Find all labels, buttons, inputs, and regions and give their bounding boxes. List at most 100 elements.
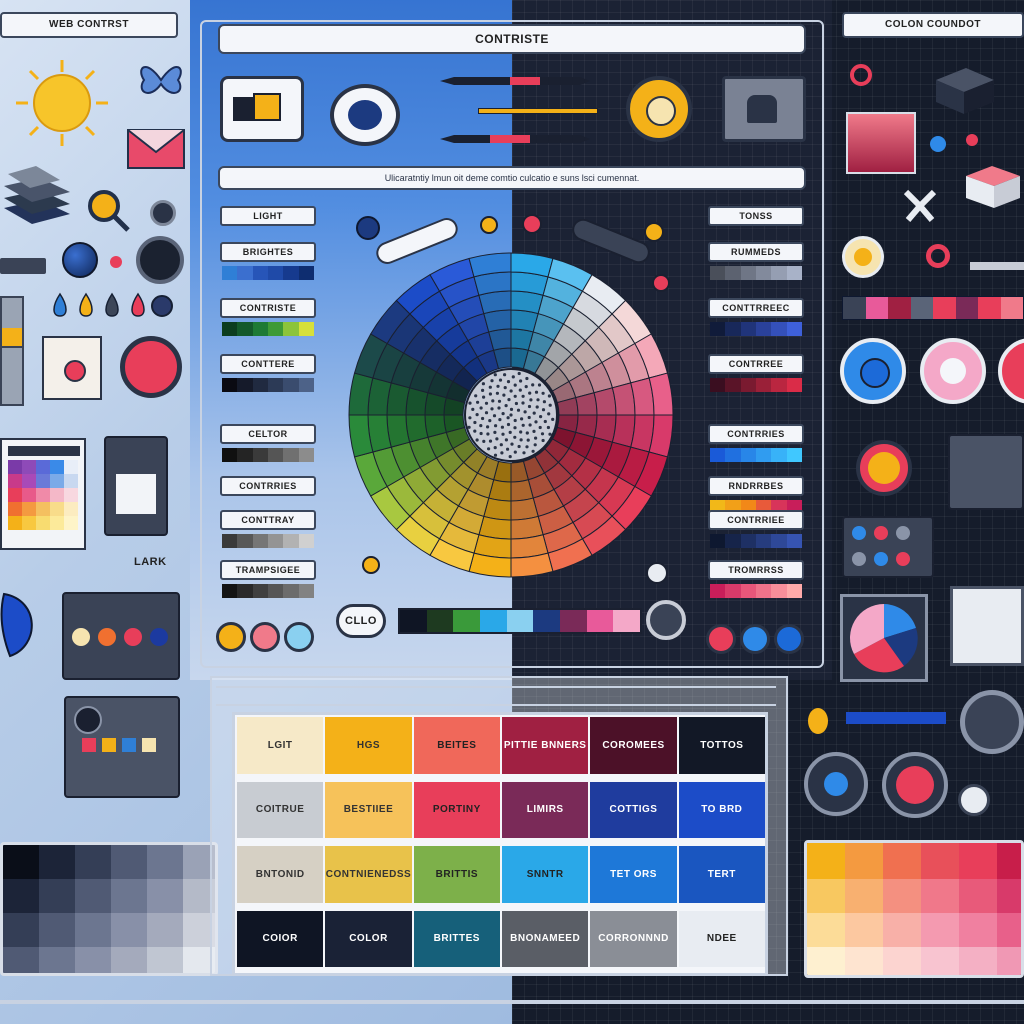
table-cell[interactable]: CORRONNND [590, 910, 677, 967]
monitor-card[interactable] [948, 434, 1024, 510]
leaf-icon [0, 590, 40, 660]
left-label-4[interactable]: CELTOR [220, 424, 316, 444]
contrast-toggle-card[interactable] [220, 76, 304, 142]
table-cell[interactable]: TOTTOS [678, 717, 765, 774]
blue-node[interactable] [356, 216, 380, 240]
right-swatch-strip-7[interactable] [710, 584, 802, 598]
yellow-node-right[interactable] [644, 222, 664, 242]
left-label-0[interactable]: LIGHT [220, 206, 316, 226]
pink-dial-right[interactable] [920, 338, 986, 404]
table-cell[interactable]: NDEE [678, 910, 765, 967]
left-swatch-strip-6[interactable] [222, 534, 314, 548]
color-grid-card[interactable] [0, 438, 86, 550]
document-card[interactable] [104, 436, 168, 536]
table-cell[interactable]: TO BRD [678, 781, 765, 838]
big-dark-knob[interactable] [136, 236, 184, 284]
red-node-right[interactable] [652, 274, 670, 292]
orange-dial[interactable] [856, 440, 912, 496]
table-cell[interactable]: CONTNIENEDSS [325, 846, 412, 903]
left-label-5[interactable]: CONTRRIES [220, 476, 316, 496]
left-swatch-strip-3[interactable] [222, 378, 314, 392]
table-cell[interactable]: BNONAMEED [502, 910, 589, 967]
table-cell[interactable]: TERT [678, 846, 765, 903]
small-dark-knob[interactable] [150, 200, 176, 226]
left-label-3[interactable]: CONTTERE [220, 354, 316, 374]
table-cell[interactable]: SNNTR [502, 846, 589, 903]
table-cell[interactable]: BEITES [413, 717, 500, 774]
right-color-strip[interactable] [842, 296, 1024, 320]
yellow-dot-1[interactable] [216, 622, 246, 652]
right-swatch-strip-2[interactable] [710, 322, 802, 336]
pink-ring-right[interactable] [926, 244, 950, 268]
table-cell[interactable]: PITTIE BNNERS [502, 717, 589, 774]
left-swatch-strip-4[interactable] [222, 448, 314, 462]
gradient-strip[interactable] [398, 608, 642, 634]
color-pill[interactable]: CLLO [336, 604, 386, 638]
table-cell[interactable]: BESTIIEE [325, 781, 412, 838]
wheel-segment[interactable] [510, 497, 539, 521]
blue-dot-3[interactable] [774, 624, 804, 654]
left-swatch-strip-2[interactable] [222, 322, 314, 336]
right-label-3[interactable]: CONTRREE [708, 354, 804, 374]
warm-palette[interactable] [804, 840, 1024, 978]
left-label-1[interactable]: BRIGHTES [220, 242, 316, 262]
pink-dot-1[interactable] [250, 622, 280, 652]
color-wheel[interactable] [346, 250, 676, 580]
media-card[interactable] [64, 696, 180, 798]
white-knob[interactable] [958, 784, 990, 816]
segmented-dial-blue[interactable] [804, 752, 868, 816]
left-label-7[interactable]: TRAMPSIGEE [220, 560, 316, 580]
right-label-2[interactable]: CONTTRREEC [708, 298, 804, 318]
segmented-dial-red[interactable] [882, 752, 948, 818]
table-cell[interactable]: COLOR [325, 910, 412, 967]
red-dot-r1 [966, 134, 978, 146]
blue-dial-right[interactable] [840, 338, 906, 404]
right-label-5[interactable]: RNDRRBES [708, 476, 804, 496]
table-cell[interactable]: COTTIGS [590, 781, 677, 838]
table-cell[interactable]: COIOR [237, 910, 324, 967]
right-swatch-strip-1[interactable] [710, 266, 802, 280]
table-cell[interactable]: COROMEES [590, 717, 677, 774]
yellow-dial[interactable] [626, 76, 692, 142]
wheel-segment[interactable] [483, 309, 512, 333]
table-cell[interactable]: BNTONID [237, 846, 324, 903]
table-cell[interactable]: BRITTIS [413, 846, 500, 903]
right-label-6[interactable]: CONTRRIEE [708, 510, 804, 530]
alert-card[interactable] [42, 336, 102, 400]
wheel-segment[interactable] [405, 414, 429, 443]
table-cell[interactable]: TET ORS [590, 846, 677, 903]
blue-dot-1[interactable] [284, 622, 314, 652]
right-swatch-strip-3[interactable] [710, 378, 802, 392]
yellow-button-right[interactable] [842, 236, 884, 278]
red-dot-2[interactable] [706, 624, 736, 654]
pink-node[interactable] [522, 214, 542, 234]
table-cell[interactable]: LIMIRS [502, 781, 589, 838]
left-label-6[interactable]: CONTTRAY [220, 510, 316, 530]
grayscale-palette[interactable] [0, 842, 218, 976]
magnifier-icon[interactable] [84, 186, 144, 236]
dark-knob-center[interactable] [646, 600, 686, 640]
right-swatch-strip-6[interactable] [710, 534, 802, 548]
table-cell[interactable]: COITRUE [237, 781, 324, 838]
right-label-7[interactable]: TROMRRSS [708, 560, 804, 580]
right-label-0[interactable]: TONSS [708, 206, 804, 226]
gear-icon[interactable] [960, 690, 1024, 754]
eagle-badge [330, 84, 400, 146]
pink-gauge[interactable] [120, 336, 182, 398]
right-swatch-strip-4[interactable] [710, 448, 802, 462]
right-label-1[interactable]: RUMMEDS [708, 242, 804, 262]
left-swatch-strip-7[interactable] [222, 584, 314, 598]
button-grid-card[interactable] [842, 516, 934, 578]
blue-dot-2[interactable] [740, 624, 770, 654]
swatch-dots-card[interactable] [62, 592, 180, 680]
right-label-4[interactable]: CONTRRIES [708, 424, 804, 444]
wheel-segment[interactable] [593, 387, 617, 416]
left-swatch-strip-1[interactable] [222, 266, 314, 280]
yellow-node[interactable] [480, 216, 498, 234]
table-cell[interactable]: BRITTES [413, 910, 500, 967]
table-cell[interactable]: LGIT [237, 717, 324, 774]
table-cell[interactable]: HGS [325, 717, 412, 774]
table-cell[interactable]: PORTINY [413, 781, 500, 838]
yellow-node-bottom[interactable] [362, 556, 380, 574]
left-label-2[interactable]: CONTRISTE [220, 298, 316, 318]
